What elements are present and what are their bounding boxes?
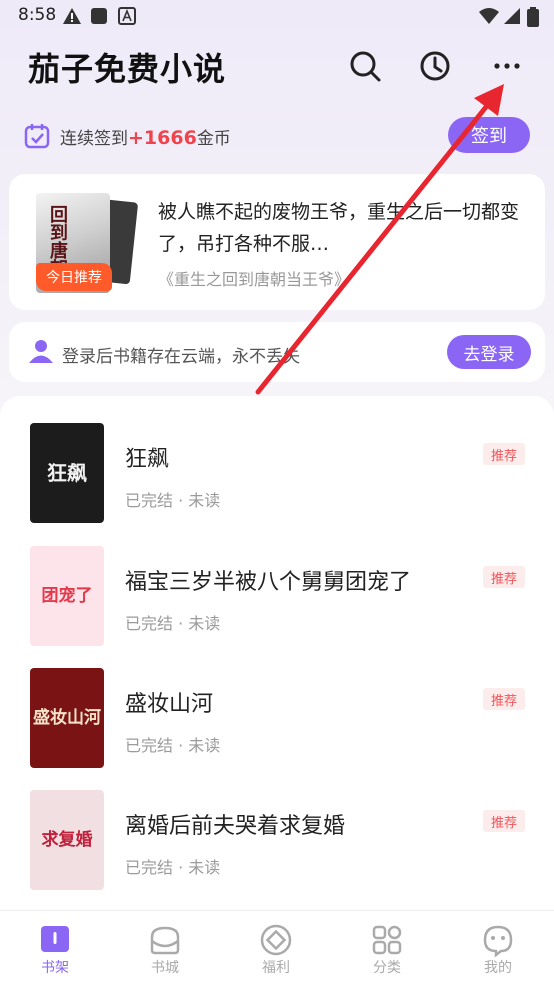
nav-bookshelf[interactable]: 书架 [0, 911, 110, 984]
recommend-tag: 推荐 [483, 443, 525, 465]
book-status: 已完结 · 未读 [125, 491, 221, 510]
nav-label: 福利 [262, 960, 290, 976]
nav-profile[interactable]: 我的 [443, 911, 553, 984]
book-status: 已完结 · 未读 [125, 736, 221, 755]
today-recommend-badge: 今日推荐 [36, 263, 112, 291]
book-cover[interactable]: 狂飙 [30, 423, 104, 523]
bookshelf-icon [41, 926, 69, 952]
book-item[interactable]: 狂飙 狂飙 已完结 · 未读 推荐 [0, 423, 554, 533]
wifi-icon [479, 8, 499, 24]
book-item[interactable]: 团宠了 福宝三岁半被八个舅舅团宠了 已完结 · 未读 推荐 [0, 546, 554, 656]
book-title[interactable]: 盛妆山河 [125, 686, 213, 718]
status-bar: 8:58 [0, 0, 554, 32]
signal-icon [504, 8, 520, 24]
book-item[interactable]: 盛妆山河 盛妆山河 已完结 · 未读 推荐 [0, 668, 554, 778]
nav-category[interactable]: 分类 [332, 911, 442, 984]
recommend-tag: 推荐 [483, 566, 525, 588]
status-time: 8:58 [18, 5, 57, 25]
cover-text: 盛妆山河 [33, 708, 101, 728]
login-button[interactable]: 去登录 [447, 335, 531, 369]
search-icon[interactable] [347, 48, 383, 84]
book-item[interactable]: 求复婚 离婚后前夫哭着求复婚 已完结 · 未读 推荐 [0, 790, 554, 900]
book-cover[interactable]: 盛妆山河 [30, 668, 104, 768]
welfare-icon [260, 924, 292, 956]
nav-label: 我的 [484, 960, 512, 976]
login-prompt: 登录后书籍存在云端，永不丢失 [62, 347, 300, 367]
profile-icon [483, 925, 513, 957]
checkin-text: 连续签到+1666金币 [60, 124, 231, 149]
book-status: 已完结 · 未读 [125, 858, 221, 877]
recommend-tag: 推荐 [483, 810, 525, 832]
checkin-prefix: 连续签到 [60, 128, 128, 149]
app-title: 茄子免费小说 [28, 50, 227, 88]
recommend-description[interactable]: 被人瞧不起的废物王爷，重生之后一切都变了，吊打各种不服… [158, 196, 528, 260]
book-title[interactable]: 狂飙 [125, 441, 169, 473]
category-icon [372, 925, 402, 955]
checkin-button[interactable]: 签到 [448, 117, 530, 153]
book-cover[interactable]: 团宠了 [30, 546, 104, 646]
checkin-row: 连续签到+1666金币 [24, 120, 444, 152]
book-cover[interactable]: 求复婚 [30, 790, 104, 890]
bookshelf-list: 狂飙 狂飙 已完结 · 未读 推荐 团宠了 福宝三岁半被八个舅舅团宠了 已完结 … [0, 396, 554, 910]
recommend-source: 《重生之回到唐朝当王爷》 [158, 270, 351, 289]
book-title[interactable]: 福宝三岁半被八个舅舅团宠了 [125, 564, 411, 596]
history-clock-icon[interactable] [417, 48, 453, 84]
user-icon [29, 340, 53, 363]
app-notification-icon [91, 8, 107, 24]
nav-label: 书架 [41, 960, 69, 976]
battery-icon [527, 7, 539, 27]
checkin-suffix: 金币 [196, 128, 231, 149]
cover-text: 团宠了 [41, 586, 93, 606]
nav-welfare[interactable]: 福利 [221, 911, 331, 984]
bottom-nav: 书架 书城 福利 分类 我的 [0, 910, 554, 984]
a-notification-icon [118, 7, 136, 25]
calendar-check-icon [24, 124, 50, 149]
warning-icon [63, 8, 81, 24]
more-options-icon[interactable] [489, 48, 525, 84]
nav-label: 分类 [373, 960, 401, 976]
bookstore-icon [150, 926, 180, 955]
nav-bookstore[interactable]: 书城 [110, 911, 220, 984]
book-title[interactable]: 离婚后前夫哭着求复婚 [125, 808, 345, 840]
checkin-amount: +1666 [128, 126, 197, 149]
cover-text: 求复婚 [41, 830, 93, 850]
cover-text: 狂飙 [47, 461, 87, 485]
book-status: 已完结 · 未读 [125, 614, 221, 633]
recommend-tag: 推荐 [483, 688, 525, 710]
nav-label: 书城 [151, 960, 179, 976]
